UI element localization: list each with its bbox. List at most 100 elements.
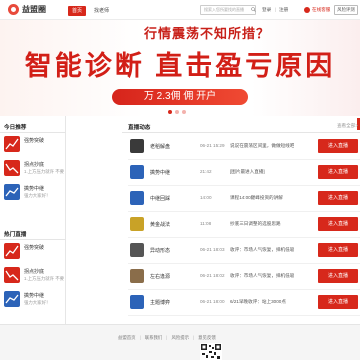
table-row: 主题博弈 06-21 18:00 6/21早晚收评：站上3000点 进入直播	[128, 290, 360, 316]
search-input[interactable]: 搜索入您所要找的直播	[200, 5, 256, 15]
divider: |	[193, 335, 195, 340]
stock-chart-icon	[4, 291, 20, 307]
item-desc: 强力大家好！	[24, 300, 51, 305]
post-time: 14:00	[200, 195, 212, 200]
carousel-dot[interactable]	[168, 110, 172, 114]
table-row: 老稻解盘 06-21 15:29 说说在震荡区间里，做做短线吧 进入直播	[128, 134, 360, 160]
banner-title: 智能诊断 直击盈亏原因	[24, 51, 336, 81]
avatar[interactable]	[130, 243, 144, 257]
nav-find-teacher[interactable]: 找老师	[90, 6, 113, 16]
enter-live-button[interactable]: 进入直播	[318, 139, 358, 153]
logo[interactable]: 益盟圈	[8, 4, 46, 15]
enter-live-button[interactable]: 进入直播	[318, 165, 358, 179]
item-name: 拐点抄底	[24, 162, 45, 168]
stock-chart-icon	[4, 136, 20, 152]
open-account-button[interactable]: 万 2.3佣 佣 开户	[112, 89, 248, 105]
avatar[interactable]	[130, 165, 144, 179]
banner-headline: 行情震荡不知所措？	[144, 26, 271, 41]
live-feed: 直播动态 查看全部> 老稻解盘 06-21 15:29 说说在震荡区间里，做做短…	[122, 116, 360, 324]
teacher-name[interactable]: 异动形态	[150, 247, 170, 254]
footer-link[interactable]: 联系我们	[145, 335, 163, 341]
divider	[122, 132, 360, 133]
avatar[interactable]	[130, 217, 144, 231]
table-row: 擒势中继 21:42 [图片最进入直播] 进入直播	[128, 160, 360, 186]
post-time: 06-21 18:00	[200, 299, 225, 304]
post-summary: 6/21早晚收评：站上3000点	[230, 299, 286, 304]
post-summary: 课程14:00巅峰投资的讲解	[230, 195, 283, 200]
enter-live-button[interactable]: 进入直播	[318, 217, 358, 231]
online-service-label: 在线客服	[312, 7, 331, 12]
list-item[interactable]: 拐点抄底 1.上方压力就许 不要追...	[4, 160, 64, 182]
item-desc: 1.上方压力就许 不要追...	[24, 169, 64, 174]
teacher-name[interactable]: 中继回踩	[150, 195, 170, 202]
login-link[interactable]: 登录	[262, 7, 271, 13]
teacher-name[interactable]: 老稻解盘	[150, 143, 170, 150]
divider	[0, 132, 66, 133]
post-summary: 收评：市场人气恢复，择机低吸	[230, 273, 294, 278]
footer: 益盟首页 | 联系我们 | 风险提示 | 意见反馈	[0, 324, 360, 360]
carousel-dots	[168, 110, 186, 114]
enter-live-button[interactable]: 进入直播	[318, 243, 358, 257]
table-row: 黄金战法 11:08 抄底三日调整的选股思路 进入直播	[128, 212, 360, 238]
footer-link[interactable]: 意见反馈	[198, 335, 216, 341]
footer-link[interactable]: 益盟首页	[118, 335, 136, 341]
item-name: 拐点抄底	[24, 269, 45, 275]
avatar[interactable]	[130, 295, 144, 309]
stock-chart-icon	[4, 184, 20, 200]
teacher-name[interactable]: 主题博弈	[150, 299, 170, 306]
avatar[interactable]	[130, 191, 144, 205]
carousel-dot[interactable]	[182, 110, 186, 114]
search-icon[interactable]	[251, 7, 256, 12]
stock-chart-icon	[4, 267, 20, 283]
avatar[interactable]	[130, 269, 144, 283]
teacher-name[interactable]: 左右逢源	[150, 273, 170, 280]
enter-live-button[interactable]: 进入直播	[318, 269, 358, 283]
item-name: 强势突破	[24, 138, 45, 144]
post-time: 06-21 18:03	[200, 247, 225, 252]
online-service-link[interactable]: 在线客服	[304, 7, 330, 13]
divider: |	[166, 335, 168, 340]
register-link[interactable]: 注册	[279, 7, 288, 13]
today-title: 今日推荐	[4, 125, 27, 131]
footer-link[interactable]: 风险提示	[171, 335, 189, 341]
post-time: 11:08	[200, 221, 212, 226]
footer-links: 益盟首页 | 联系我们 | 风险提示 | 意见反馈	[118, 335, 216, 341]
list-item[interactable]: 强势突破	[4, 243, 64, 265]
item-name: 擒势中继	[24, 293, 45, 299]
divider: |	[275, 7, 277, 12]
risk-test-button[interactable]: 风险评测	[334, 5, 358, 15]
teacher-name[interactable]: 黄金战法	[150, 221, 170, 228]
left-sidebar: 今日推荐 强势突破 拐点抄底 1.上方压力就许 不要追... 擒势中继 强力大家…	[0, 116, 66, 324]
qr-code-icon	[200, 343, 222, 360]
divider	[0, 239, 66, 240]
table-row: 左右逢源 06-21 18:02 收评：市场人气恢复，择机低吸 进入直播	[128, 264, 360, 290]
post-summary: 说说在震荡区间里，做做短线吧	[230, 143, 294, 148]
post-time: 21:42	[200, 169, 212, 174]
nav-home[interactable]: 首页	[68, 6, 87, 16]
item-name: 擒势中继	[24, 186, 45, 192]
item-desc: 1.上方压力就许 不要追...	[24, 276, 64, 281]
view-all-link[interactable]: 查看全部>	[337, 123, 358, 129]
logo-text: 益盟圈	[22, 5, 46, 14]
logo-icon	[8, 4, 19, 15]
list-item[interactable]: 擒势中继 强力大家好！	[4, 291, 64, 313]
item-desc: 强力大家好！	[24, 193, 51, 198]
avatar[interactable]	[130, 139, 144, 153]
live-title: 直播动态	[128, 125, 151, 131]
promo-banner[interactable]: 行情震荡不知所措？ 智能诊断 直击盈亏原因 万 2.3佣 佣 开户	[0, 20, 360, 116]
carousel-dot[interactable]	[175, 110, 179, 114]
list-item[interactable]: 强势突破	[4, 136, 64, 158]
item-name: 强势突破	[24, 245, 45, 251]
hot-title: 热门直播	[4, 232, 27, 238]
list-item[interactable]: 拐点抄底 1.上方压力就许 不要追...	[4, 267, 64, 289]
teacher-name[interactable]: 擒势中继	[150, 169, 170, 176]
table-row: 中继回踩 14:00 课程14:00巅峰投资的讲解 进入直播	[128, 186, 360, 212]
post-time: 06-21 18:02	[200, 273, 225, 278]
enter-live-button[interactable]: 进入直播	[318, 295, 358, 309]
list-item[interactable]: 擒势中继 强力大家好！	[4, 184, 64, 206]
table-row: 异动形态 06-21 18:03 收评：市场人气恢复，择机低吸 进入直播	[128, 238, 360, 264]
post-time: 06-21 15:29	[200, 143, 225, 148]
enter-live-button[interactable]: 进入直播	[318, 191, 358, 205]
headset-icon	[304, 7, 310, 13]
post-summary: [图片最进入直播]	[230, 169, 265, 174]
